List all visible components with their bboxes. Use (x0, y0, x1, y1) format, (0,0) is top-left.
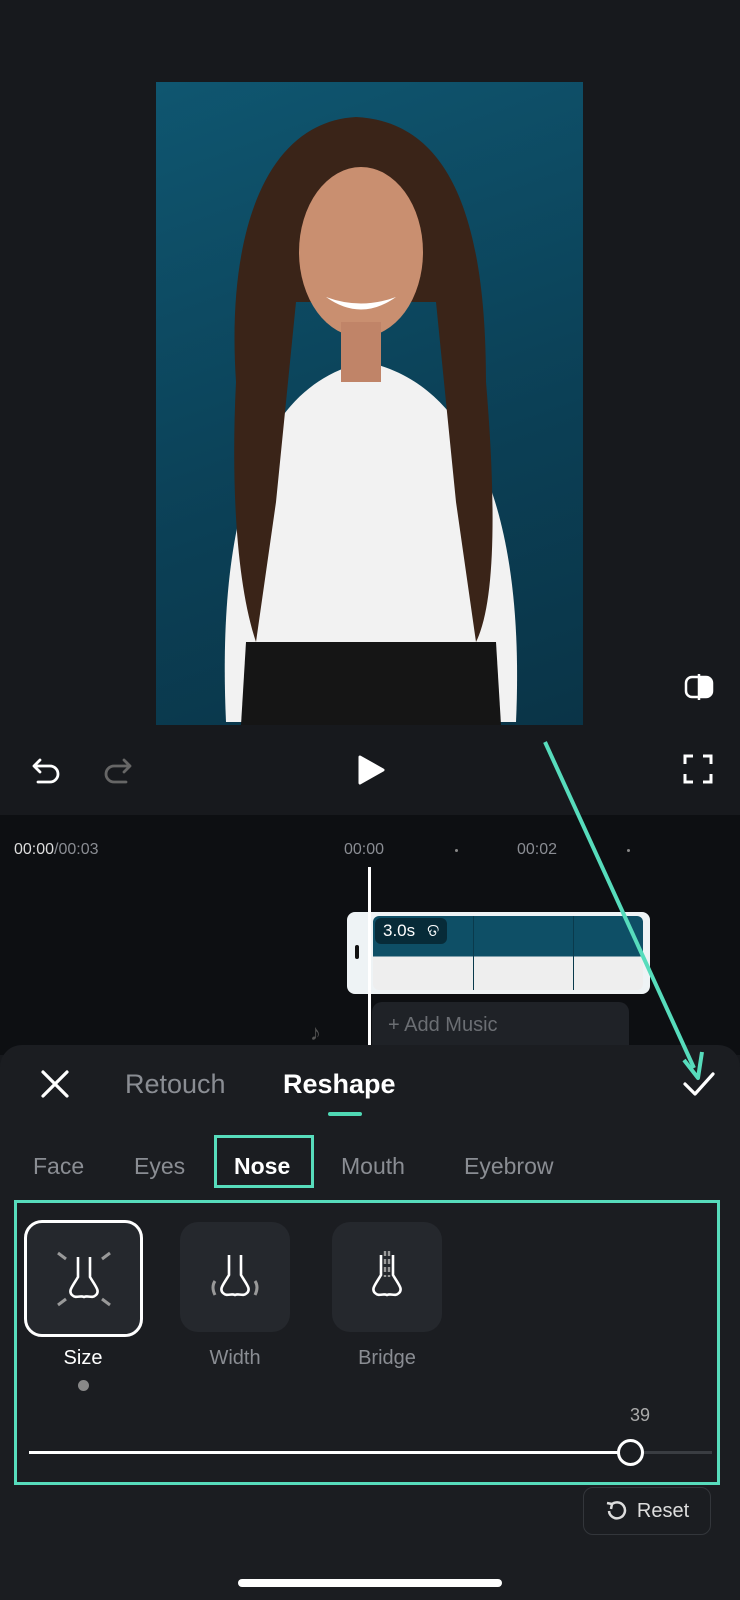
annotation-arrow (543, 741, 704, 1080)
